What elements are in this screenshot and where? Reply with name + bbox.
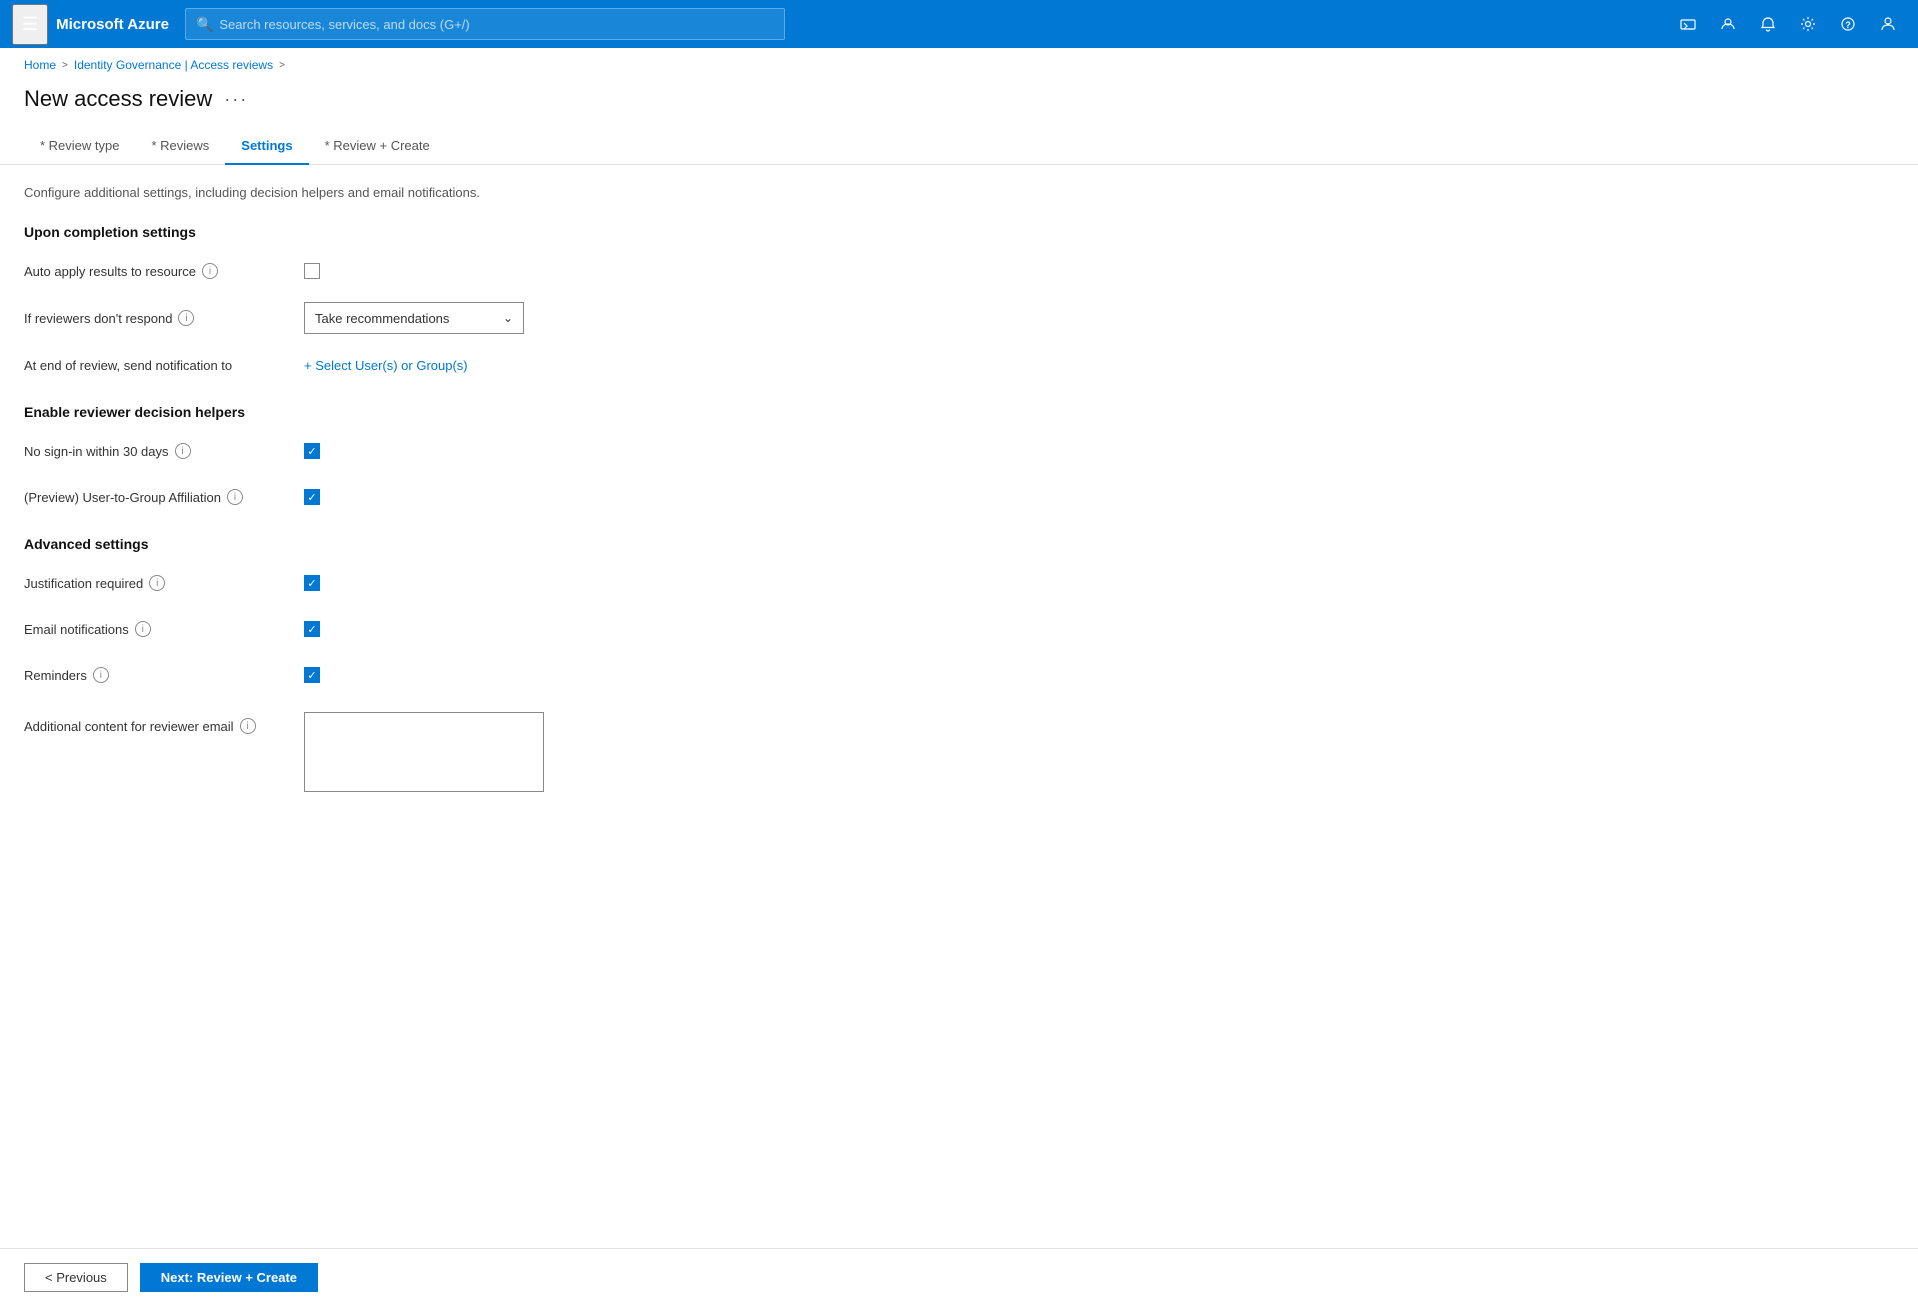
breadcrumb-sep-1: >	[62, 60, 68, 71]
additional-content-label: Additional content for reviewer email	[24, 719, 234, 734]
app-name: Microsoft Azure	[56, 16, 169, 33]
upon-completion-section: Upon completion settings Auto apply resu…	[24, 224, 1894, 380]
tab-review-create[interactable]: * Review + Create	[309, 128, 446, 165]
justification-row: Justification required i ✓	[24, 568, 1894, 598]
breadcrumb-sep-2: >	[279, 60, 285, 71]
if-reviewers-dropdown[interactable]: Take recommendations ⌄	[304, 302, 524, 334]
if-reviewers-label: If reviewers don't respond	[24, 311, 172, 326]
search-bar: 🔍	[185, 8, 785, 40]
justification-checkbox[interactable]: ✓	[304, 575, 320, 591]
page-more-button[interactable]: ···	[224, 89, 248, 110]
email-notifications-checkbox-wrapper: ✓	[304, 621, 320, 637]
topbar-icons: ?	[1670, 6, 1906, 42]
dropdown-chevron-icon: ⌄	[503, 311, 513, 325]
auto-apply-checkbox-wrapper	[304, 263, 320, 279]
user-group-checkbox-wrapper: ✓	[304, 489, 320, 505]
page-header: New access review ···	[0, 82, 1918, 128]
select-users-groups-button[interactable]: + Select User(s) or Group(s)	[304, 358, 468, 373]
page-wrapper: Home > Identity Governance | Access revi…	[0, 48, 1918, 1306]
page-body: Home > Identity Governance | Access revi…	[0, 48, 1918, 828]
breadcrumb-home[interactable]: Home	[24, 58, 56, 72]
tab-settings[interactable]: Settings	[225, 128, 308, 165]
justification-info-icon[interactable]: i	[149, 575, 165, 591]
auto-apply-info-icon[interactable]: i	[202, 263, 218, 279]
help-button[interactable]: ?	[1830, 6, 1866, 42]
auto-apply-label: Auto apply results to resource	[24, 264, 196, 279]
advanced-settings-section: Advanced settings Justification required…	[24, 536, 1894, 792]
notifications-button[interactable]	[1750, 6, 1786, 42]
tab-review-type[interactable]: * Review type	[24, 128, 135, 165]
advanced-settings-header: Advanced settings	[24, 536, 1894, 552]
no-signin-label: No sign-in within 30 days	[24, 444, 169, 459]
settings-description: Configure additional settings, including…	[24, 185, 1894, 200]
tabs: * Review type * Reviews Settings * Revie…	[0, 128, 1918, 165]
email-notifications-row: Email notifications i ✓	[24, 614, 1894, 644]
hamburger-menu-button[interactable]: ☰	[12, 4, 48, 45]
decision-helpers-header: Enable reviewer decision helpers	[24, 404, 1894, 420]
user-group-checkbox[interactable]: ✓	[304, 489, 320, 505]
reminders-checkbox[interactable]: ✓	[304, 667, 320, 683]
user-group-label: (Preview) User-to-Group Affiliation	[24, 490, 221, 505]
directory-button[interactable]	[1710, 6, 1746, 42]
if-reviewers-info-icon[interactable]: i	[178, 310, 194, 326]
additional-content-row: Additional content for reviewer email i	[24, 706, 1894, 792]
cloud-shell-button[interactable]	[1670, 6, 1706, 42]
svg-text:?: ?	[1845, 20, 1851, 30]
breadcrumb: Home > Identity Governance | Access revi…	[0, 48, 1918, 82]
user-button[interactable]	[1870, 6, 1906, 42]
next-button[interactable]: Next: Review + Create	[140, 1263, 318, 1292]
no-signin-checkbox-wrapper: ✓	[304, 443, 320, 459]
reminders-info-icon[interactable]: i	[93, 667, 109, 683]
additional-content-info-icon[interactable]: i	[240, 718, 256, 734]
user-group-info-icon[interactable]: i	[227, 489, 243, 505]
decision-helpers-section: Enable reviewer decision helpers No sign…	[24, 404, 1894, 512]
previous-button[interactable]: < Previous	[24, 1263, 128, 1292]
breadcrumb-identity-governance[interactable]: Identity Governance | Access reviews	[74, 58, 273, 72]
auto-apply-row: Auto apply results to resource i	[24, 256, 1894, 286]
justification-label: Justification required	[24, 576, 143, 591]
no-signin-info-icon[interactable]: i	[175, 443, 191, 459]
reminders-checkbox-wrapper: ✓	[304, 667, 320, 683]
notification-label: At end of review, send notification to	[24, 358, 232, 373]
email-notifications-label: Email notifications	[24, 622, 129, 637]
email-notifications-info-icon[interactable]: i	[135, 621, 151, 637]
page-title: New access review	[24, 86, 212, 112]
main-content: Configure additional settings, including…	[0, 165, 1918, 828]
upon-completion-header: Upon completion settings	[24, 224, 1894, 240]
reminders-label: Reminders	[24, 668, 87, 683]
additional-content-textarea[interactable]	[304, 712, 544, 792]
no-signin-row: No sign-in within 30 days i ✓	[24, 436, 1894, 466]
notification-row: At end of review, send notification to +…	[24, 350, 1894, 380]
search-input[interactable]	[219, 17, 774, 32]
email-notifications-checkbox[interactable]: ✓	[304, 621, 320, 637]
no-signin-checkbox[interactable]: ✓	[304, 443, 320, 459]
if-reviewers-row: If reviewers don't respond i Take recomm…	[24, 302, 1894, 334]
settings-button[interactable]	[1790, 6, 1826, 42]
justification-checkbox-wrapper: ✓	[304, 575, 320, 591]
reminders-row: Reminders i ✓	[24, 660, 1894, 690]
auto-apply-checkbox[interactable]	[304, 263, 320, 279]
if-reviewers-value: Take recommendations	[315, 311, 449, 326]
topbar: ☰ Microsoft Azure 🔍 ?	[0, 0, 1918, 48]
user-group-row: (Preview) User-to-Group Affiliation i ✓	[24, 482, 1894, 512]
search-icon: 🔍	[196, 16, 213, 33]
tab-reviews[interactable]: * Reviews	[135, 128, 225, 165]
footer: < Previous Next: Review + Create	[0, 1248, 1918, 1306]
